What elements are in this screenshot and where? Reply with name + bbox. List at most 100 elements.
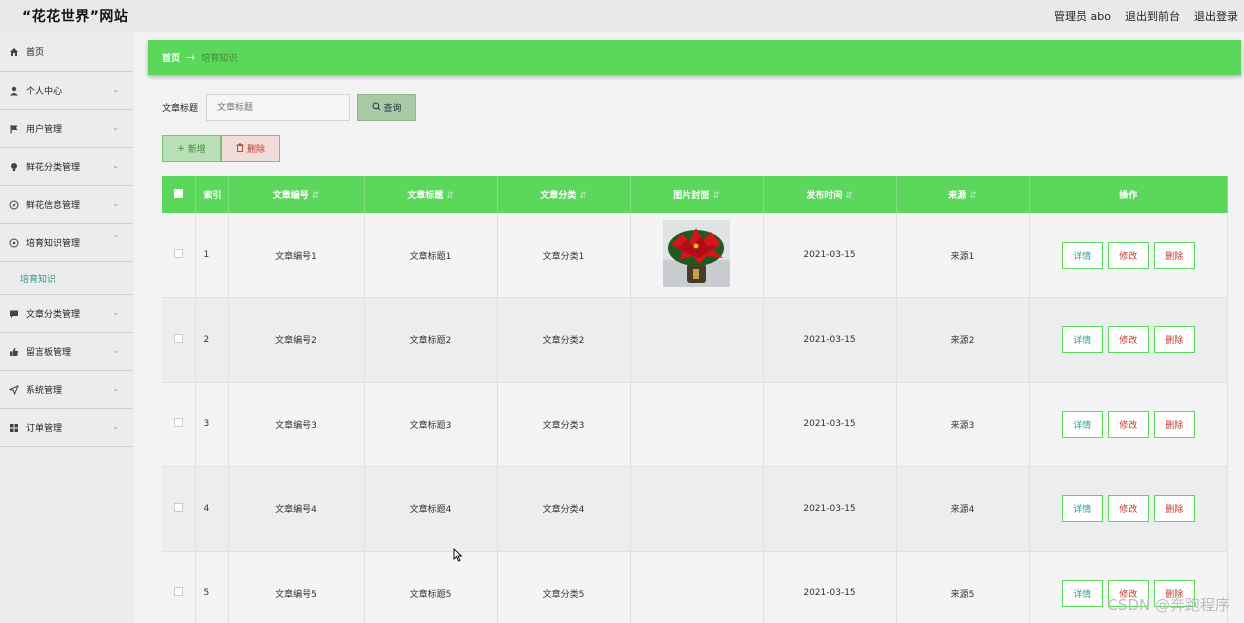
thumb-icon <box>8 346 20 358</box>
flag-icon <box>8 123 20 135</box>
chevron-down-icon: ⌄ <box>112 384 119 393</box>
article-category: 文章分类1 <box>497 213 631 298</box>
source: 来源5 <box>896 551 1030 623</box>
row-select-cell[interactable] <box>162 466 196 552</box>
delete-button[interactable]: 删除 <box>1153 326 1195 354</box>
table-header-row: 索引 文章编号 ⇵ 文章标题 ⇵ 文章分类 ⇵ 图片封面 ⇵ 发布时间 ⇵ 来源 ⇵ 操作 <box>162 176 1228 213</box>
column-header[interactable]: 图片封面 ⇵ <box>630 176 764 213</box>
delete-button[interactable]: 删除 <box>1153 241 1195 269</box>
front-link[interactable]: 退出到前台 <box>1125 8 1180 24</box>
top-right-nav: 管理员 abo 退出到前台 退出登录 <box>1054 8 1238 24</box>
search-label: 文章标题 <box>162 104 199 114</box>
row-actions: 详情 修改 删除 <box>1029 466 1228 552</box>
sidebar-item-label: 鲜花分类管理 <box>26 163 81 173</box>
delete-button[interactable]: 删除 <box>1153 410 1195 438</box>
edit-button[interactable]: 修改 <box>1107 326 1149 354</box>
article-code: 文章编号4 <box>228 466 365 552</box>
sidebar-subitem-knowledge[interactable]: 培育知识 <box>0 262 133 295</box>
sidebar-item-label: 首页 <box>26 48 45 58</box>
publish-date: 2021-03-15 <box>763 213 897 298</box>
article-category: 文章分类3 <box>497 382 631 467</box>
row-select-cell[interactable] <box>162 382 196 467</box>
row-index: 1 <box>195 213 229 298</box>
sort-icon[interactable]: ⇵ <box>312 191 320 201</box>
detail-button[interactable]: 详情 <box>1061 495 1103 523</box>
row-checkbox[interactable] <box>173 249 183 258</box>
search-button-label: 查询 <box>383 104 402 114</box>
row-checkbox[interactable] <box>173 502 183 512</box>
sidebar-item-messages[interactable]: 留言板管理 ⌄ <box>0 333 133 371</box>
breadcrumb: 首页 → 培育知识 <box>148 40 1241 75</box>
search-input[interactable] <box>206 94 351 121</box>
edit-button[interactable]: 修改 <box>1107 241 1149 269</box>
column-header[interactable]: 文章分类 ⇵ <box>497 176 631 213</box>
sidebar-item-knowledge[interactable]: 培育知识管理 ⌃ <box>0 224 133 262</box>
cover-image-cell <box>630 213 764 298</box>
poinsettia-image <box>663 220 730 287</box>
delete-button[interactable]: 删除 <box>1153 495 1195 523</box>
column-header[interactable]: 发布时间 ⇵ <box>763 176 897 213</box>
row-select-cell[interactable] <box>162 213 196 298</box>
sidebar-item-label: 个人中心 <box>26 87 63 97</box>
sidebar-item-system[interactable]: 系统管理 ⌄ <box>0 371 133 409</box>
watermark: CSDN @奔跑程序 <box>1107 596 1230 614</box>
detail-button[interactable]: 详情 <box>1061 579 1103 607</box>
sort-icon[interactable]: ⇵ <box>446 191 454 201</box>
column-header[interactable]: 来源 ⇵ <box>896 176 1030 213</box>
table-row: 1 文章编号1 文章标题1 文章分类1 2021-03-15 来源1 详情 修改 删除 <box>162 213 1228 298</box>
action-buttons: + 新增 删除 <box>162 135 280 162</box>
cover-image-cell <box>630 297 764 383</box>
plus-icon: + <box>177 143 185 154</box>
sidebar-item-label: 培育知识管理 <box>26 239 81 249</box>
article-code: 文章编号2 <box>228 297 365 383</box>
sidebar-item-profile[interactable]: 个人中心 ⌄ <box>0 72 133 110</box>
site-title: “花花世界”网站 <box>22 9 129 25</box>
row-checkbox[interactable] <box>173 333 183 343</box>
search-button[interactable]: 查询 <box>357 94 417 121</box>
chevron-down-icon: ⌄ <box>112 85 119 94</box>
publish-date: 2021-03-15 <box>763 466 897 552</box>
batch-delete-button[interactable]: 删除 <box>221 135 280 162</box>
sidebar-item-flower-info[interactable]: 鲜花信息管理 ⌄ <box>0 186 133 224</box>
logout-link[interactable]: 退出登录 <box>1194 8 1238 24</box>
row-checkbox[interactable] <box>173 418 183 428</box>
sidebar-item-users[interactable]: 用户管理 ⌄ <box>0 110 133 148</box>
sidebar-item-flower-category[interactable]: 鲜花分类管理 ⌄ <box>0 148 133 186</box>
article-title: 文章标题2 <box>364 297 498 383</box>
sort-icon[interactable]: ⇵ <box>969 191 977 201</box>
table-row: 5 文章编号5 文章标题5 文章分类5 2021-03-15 来源5 详情 修改 删除 <box>162 551 1228 623</box>
row-select-cell[interactable] <box>162 297 196 383</box>
row-actions: 详情 修改 删除 <box>1029 213 1228 298</box>
sort-icon[interactable]: ⇵ <box>712 191 720 201</box>
add-button[interactable]: + 新增 <box>162 135 221 162</box>
edit-button[interactable]: 修改 <box>1107 495 1149 523</box>
publish-date: 2021-03-15 <box>763 382 897 467</box>
select-all-checkbox[interactable] <box>173 188 183 198</box>
row-actions: 详情 修改 删除 <box>1029 382 1228 467</box>
row-checkbox[interactable] <box>173 587 183 597</box>
bulb-icon <box>8 161 20 173</box>
publish-date: 2021-03-15 <box>763 551 897 623</box>
detail-button[interactable]: 详情 <box>1061 410 1103 438</box>
detail-button[interactable]: 详情 <box>1061 241 1103 269</box>
sidebar-item-label: 系统管理 <box>26 386 63 396</box>
sort-icon[interactable]: ⇵ <box>579 191 587 201</box>
sidebar-item-home[interactable]: 首页 <box>0 32 133 72</box>
trash-icon <box>236 142 244 155</box>
column-header[interactable]: 文章标题 ⇵ <box>364 176 498 213</box>
row-actions: 详情 修改 删除 <box>1029 297 1228 383</box>
delete-button-label: 删除 <box>246 145 265 155</box>
admin-user: 管理员 abo <box>1054 10 1111 23</box>
detail-button[interactable]: 详情 <box>1061 326 1103 354</box>
grid-icon <box>8 422 20 434</box>
sidebar-item-orders[interactable]: 订单管理 ⌄ <box>0 409 133 447</box>
breadcrumb-home[interactable]: 首页 <box>162 51 180 64</box>
edit-button[interactable]: 修改 <box>1107 410 1149 438</box>
column-header[interactable]: 文章编号 ⇵ <box>228 176 365 213</box>
sort-icon[interactable]: ⇵ <box>845 191 853 201</box>
chevron-down-icon: ⌄ <box>112 123 119 132</box>
source: 来源1 <box>896 213 1030 298</box>
select-all-header[interactable] <box>162 176 196 213</box>
row-select-cell[interactable] <box>162 551 196 623</box>
sidebar-item-article-category[interactable]: 文章分类管理 ⌄ <box>0 295 133 333</box>
